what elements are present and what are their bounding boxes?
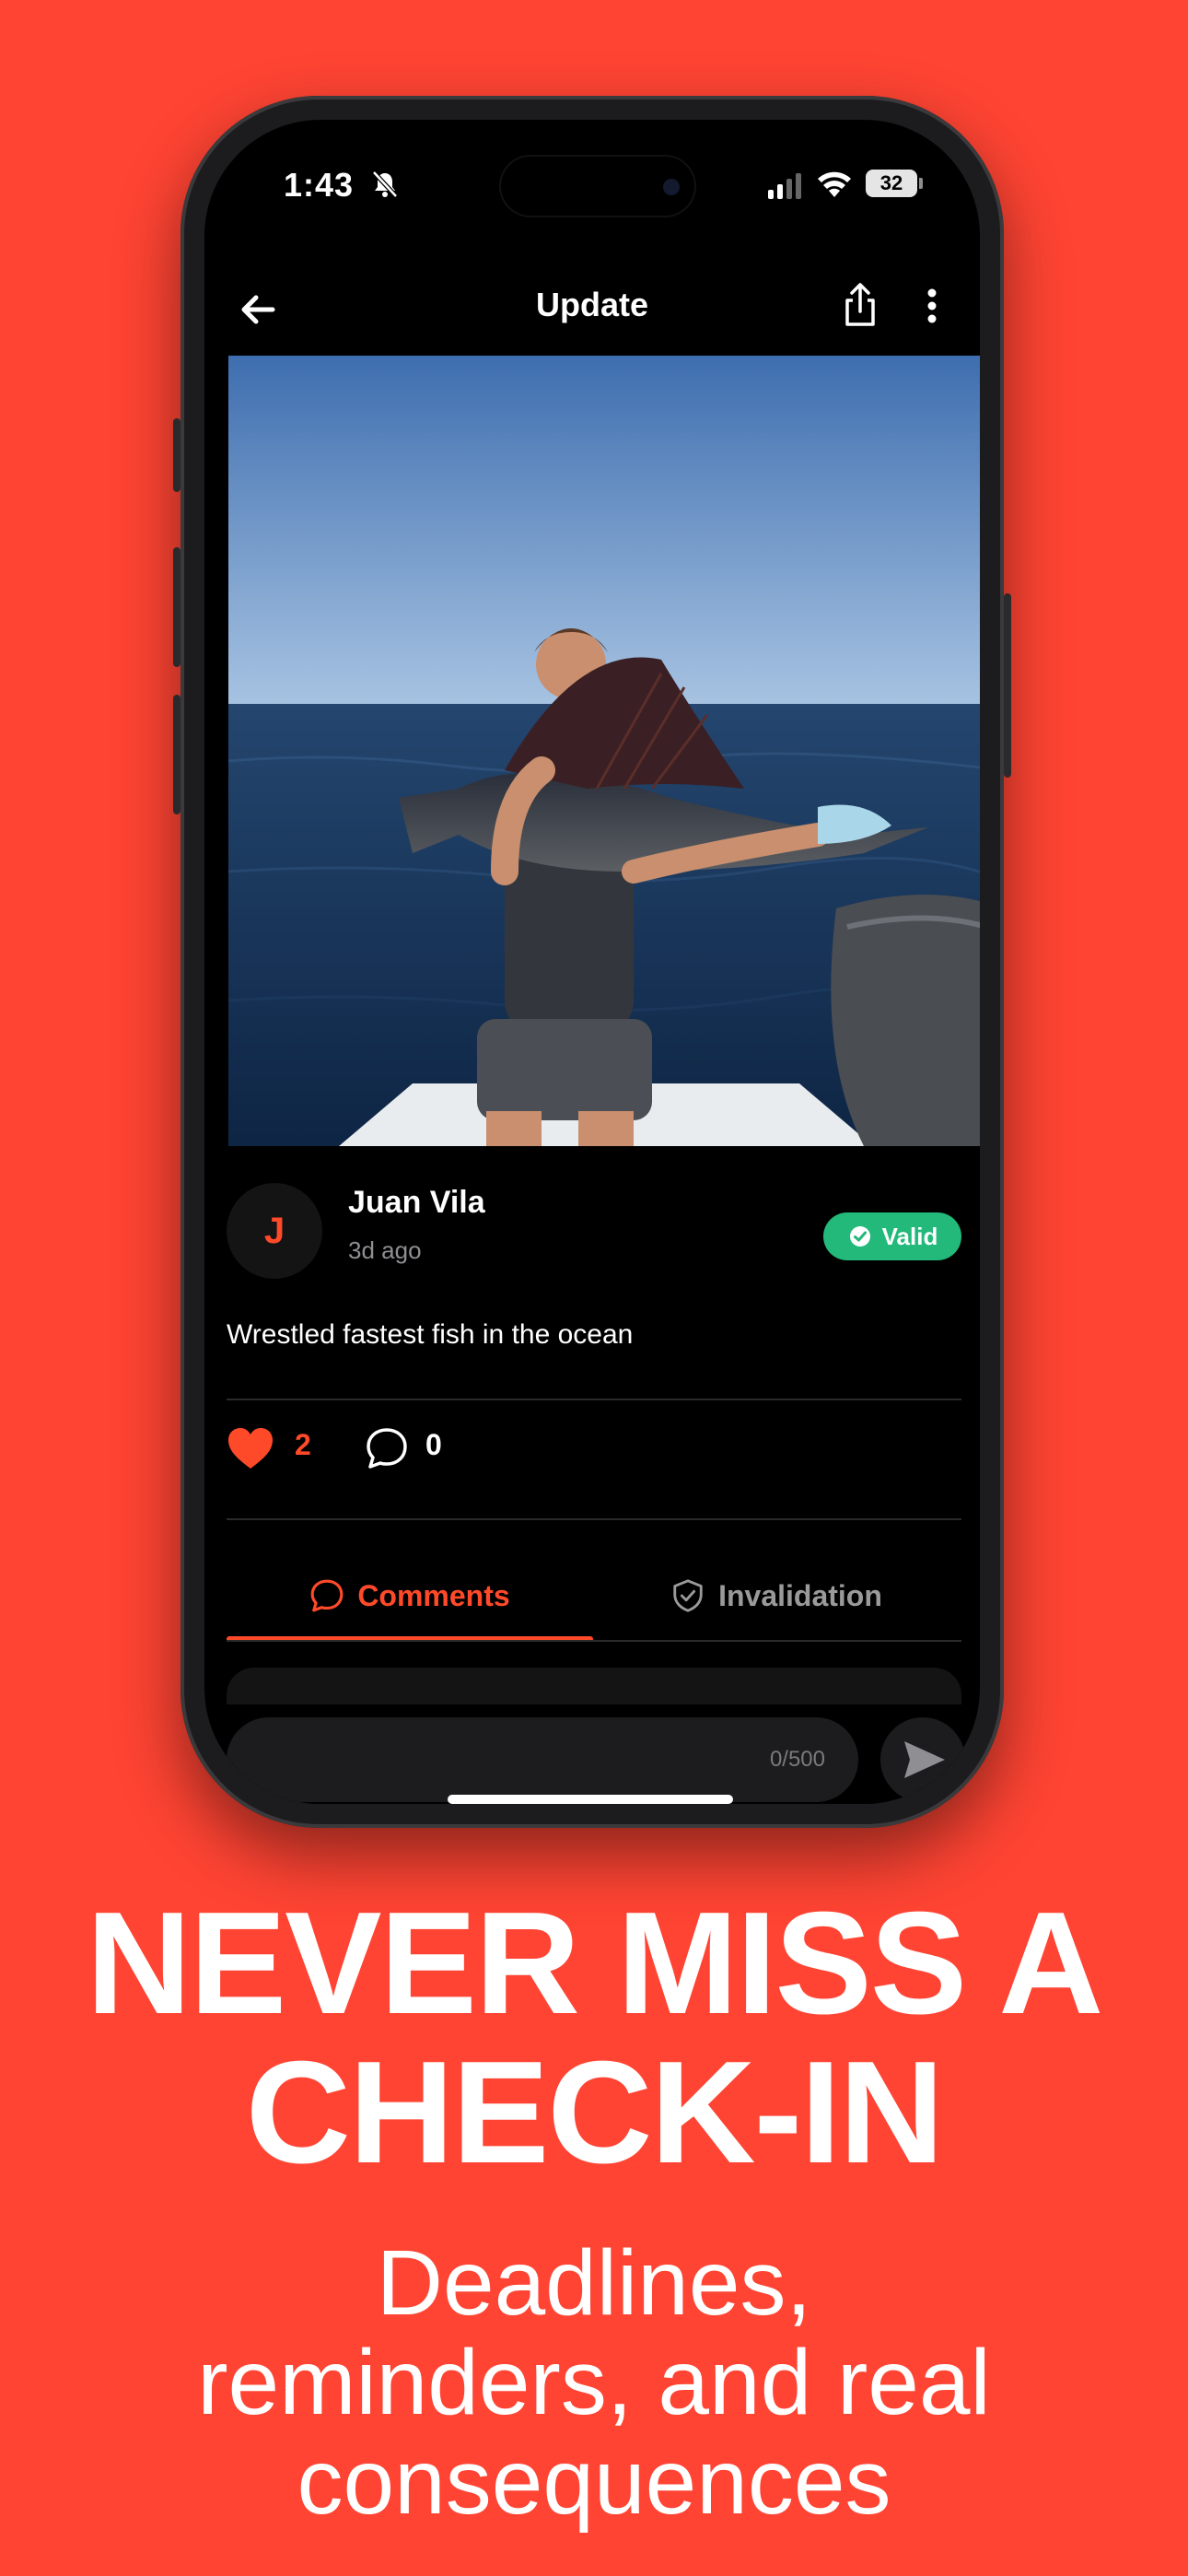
check-circle-icon <box>849 1226 870 1247</box>
comment-input[interactable]: 0/500 <box>227 1717 858 1802</box>
promo-headline: NEVER MISS A CHECK-IN <box>0 1889 1188 2187</box>
status-bar: 1:43 32 <box>204 120 980 221</box>
divider <box>227 1518 961 1520</box>
comment-count: 0 <box>425 1428 442 1461</box>
valid-badge-label: Valid <box>881 1222 938 1250</box>
battery-tip <box>919 178 923 189</box>
comment-bubble-icon <box>310 1579 344 1612</box>
valid-badge: Valid <box>823 1212 961 1260</box>
subheadline-line-3: consequences <box>297 2430 891 2534</box>
engagement-row: 2 0 <box>227 1415 961 1480</box>
home-indicator[interactable] <box>448 1795 733 1804</box>
tab-bar: Comments Invalidation <box>227 1551 961 1644</box>
headline-line-1: NEVER MISS A <box>86 1882 1104 2044</box>
subheadline-line-1: Deadlines, <box>376 2231 812 2335</box>
heart-icon[interactable] <box>227 1426 274 1470</box>
comment-bubble-icon[interactable] <box>365 1426 409 1470</box>
divider <box>227 1399 961 1400</box>
camera <box>663 179 680 195</box>
subheadline-line-2: reminders, and real <box>197 2331 991 2434</box>
send-icon <box>904 1741 945 1778</box>
shield-check-icon <box>673 1579 703 1612</box>
avatar[interactable]: J <box>227 1183 322 1279</box>
bell-slash-icon <box>372 170 398 198</box>
post-time: 3d ago <box>348 1236 422 1264</box>
tab-invalidation-label: Invalidation <box>718 1578 882 1612</box>
more-vertical-icon[interactable] <box>914 278 950 334</box>
volume-up-button <box>173 547 181 667</box>
wifi-icon <box>818 171 851 197</box>
signal-icon <box>768 173 801 199</box>
action-button <box>173 418 181 492</box>
volume-down-button <box>173 695 181 814</box>
phone-frame: 1:43 32 Update J Juan Vila 3d ago Valid … <box>173 96 1011 1828</box>
tab-comments[interactable]: Comments <box>227 1551 593 1640</box>
battery-indicator: 32 <box>866 170 917 197</box>
comment-composer: 0/500 <box>204 1706 980 1804</box>
status-time: 1:43 <box>284 166 355 204</box>
author-name[interactable]: Juan Vila <box>348 1185 485 1221</box>
navigation-bar: Update <box>204 258 980 350</box>
headline-line-2: CHECK-IN <box>245 2032 944 2194</box>
phone-screen: 1:43 32 Update J Juan Vila 3d ago Valid … <box>204 120 980 1804</box>
tab-invalidation[interactable]: Invalidation <box>593 1551 960 1640</box>
power-button <box>1004 593 1011 778</box>
promo-subheadline: Deadlines, reminders, and real consequen… <box>0 2233 1188 2532</box>
post-caption: Wrestled fastest fish in the ocean <box>227 1319 634 1350</box>
tab-comments-label: Comments <box>357 1578 510 1612</box>
comments-list <box>227 1668 961 1704</box>
share-icon[interactable] <box>833 278 888 334</box>
like-count: 2 <box>295 1428 311 1461</box>
send-button[interactable] <box>880 1717 965 1802</box>
post-photo <box>228 356 980 1146</box>
character-counter: 0/500 <box>769 1747 825 1772</box>
tabs-divider <box>227 1640 961 1642</box>
